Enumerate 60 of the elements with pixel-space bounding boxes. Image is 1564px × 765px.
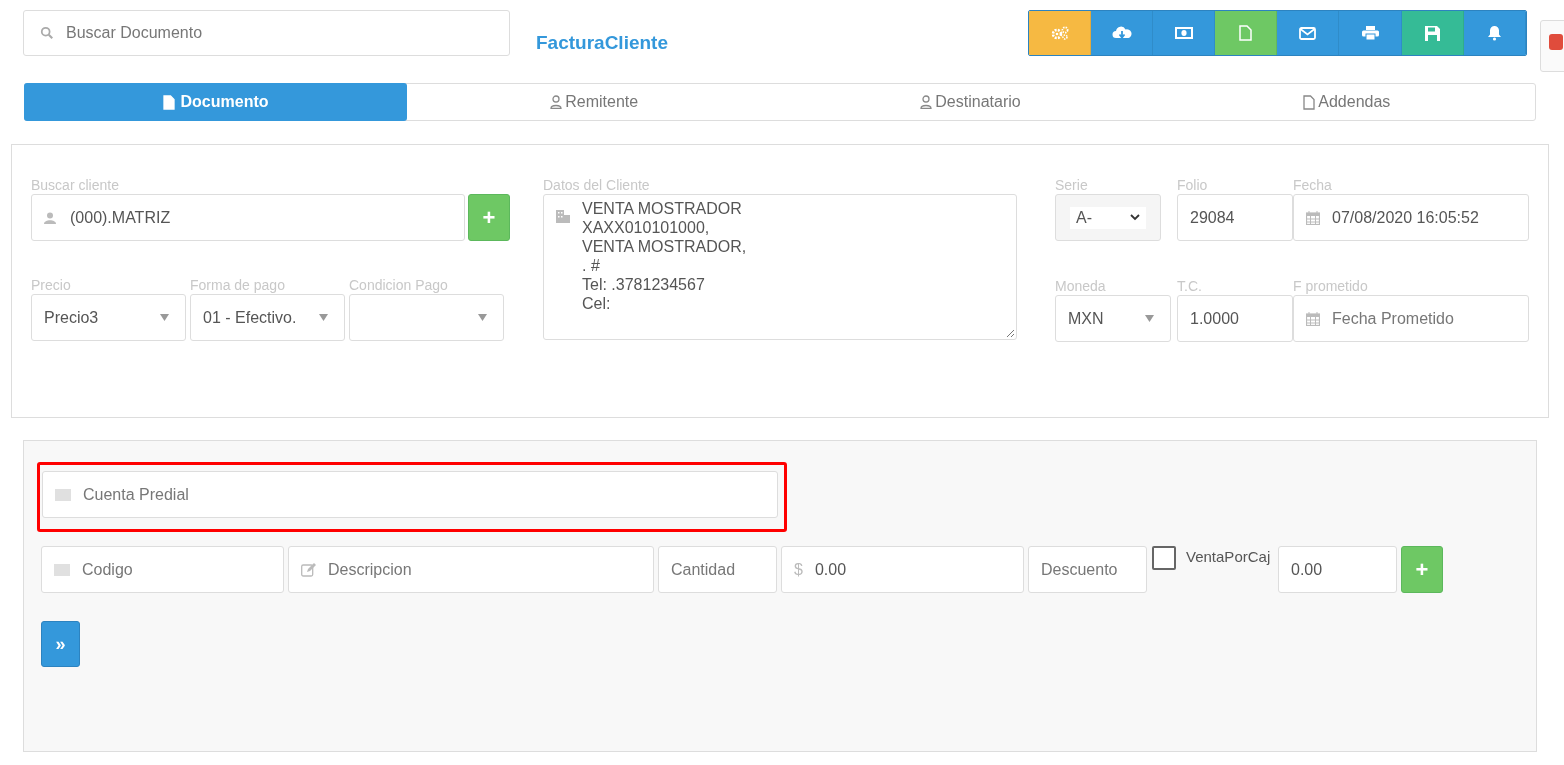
amount-field[interactable]: 0.00 [1278, 546, 1397, 593]
tab[interactable]: Addendas [1158, 84, 1535, 120]
property-account-field[interactable]: Cuenta Predial [42, 471, 778, 518]
checkbox-label: VentaPorCaj [1186, 547, 1272, 565]
line-item-field[interactable]: $ 0.00 [781, 546, 1024, 593]
search-field[interactable]: Buscar Documento [23, 10, 510, 56]
calendar-icon [1306, 311, 1320, 326]
cloud-download-icon [1111, 26, 1132, 40]
toolbar-button[interactable] [1401, 11, 1464, 55]
gears-icon [1050, 26, 1069, 40]
file-icon [1239, 25, 1253, 41]
line-item-field[interactable]: Descripcion [288, 546, 654, 593]
toolbar-button[interactable] [1029, 11, 1092, 55]
caret-icon [319, 314, 328, 321]
tab[interactable]: Destinatario [782, 84, 1159, 120]
caret-icon [478, 314, 487, 321]
banknote-icon [1174, 27, 1193, 39]
client-data-field[interactable]: VENTA MOSTRADOR XAXX010101000, VENTA MOSTRADOR, . # Tel: .3781234567 Cel: [543, 194, 1017, 340]
series-select[interactable]: A- [1055, 194, 1161, 241]
line-item-field[interactable]: Cantidad [658, 546, 777, 593]
line-item-field[interactable]: Descuento [1028, 546, 1147, 593]
envelope-icon [1299, 26, 1317, 40]
date-field[interactable]: Fecha Prometido [1293, 295, 1529, 342]
line-item-field[interactable]: Codigo [41, 546, 284, 593]
toolbar-button[interactable] [1091, 11, 1154, 55]
checkbox[interactable] [1152, 546, 1176, 570]
next-button[interactable]: » [41, 621, 80, 667]
select-field[interactable]: 01 - Efectivo. [190, 294, 345, 341]
caret-icon [1145, 315, 1154, 322]
resize-grip-icon[interactable] [1006, 329, 1014, 337]
text-field[interactable]: 29084 [1177, 194, 1293, 241]
document-title: FacturaCliente [536, 32, 668, 54]
building-icon [556, 209, 570, 223]
tab[interactable]: Remitente [406, 84, 783, 120]
select-field[interactable]: MXN [1055, 295, 1171, 342]
select-field[interactable]: Precio3 [31, 294, 186, 341]
edit-icon [301, 562, 316, 577]
side-tab[interactable] [1540, 20, 1564, 72]
user-icon [920, 95, 933, 109]
caret-icon [160, 314, 169, 321]
file-icon [1303, 94, 1316, 110]
select-field[interactable] [349, 294, 504, 341]
file-icon [162, 94, 175, 110]
printer-icon [1361, 26, 1379, 40]
toolbar-button[interactable] [1277, 11, 1340, 55]
tab[interactable]: Documento [24, 83, 407, 121]
user-icon [550, 95, 563, 109]
toolbar-button[interactable] [1215, 11, 1278, 55]
toolbar-button[interactable] [1153, 11, 1216, 55]
chevron-down-icon [1130, 214, 1140, 221]
date-field[interactable]: 07/08/2020 16:05:52 [1293, 194, 1529, 241]
calendar-icon [1306, 210, 1320, 225]
currency-sign: $ [794, 560, 803, 579]
toolbar-button[interactable] [1339, 11, 1402, 55]
user-icon [44, 211, 56, 224]
search-icon [40, 26, 54, 40]
text-field[interactable]: 1.0000 [1177, 295, 1293, 342]
client-field[interactable]: (000).MATRIZ [31, 194, 465, 241]
bell-icon [1486, 25, 1502, 41]
toolbar-button[interactable] [1463, 11, 1526, 55]
